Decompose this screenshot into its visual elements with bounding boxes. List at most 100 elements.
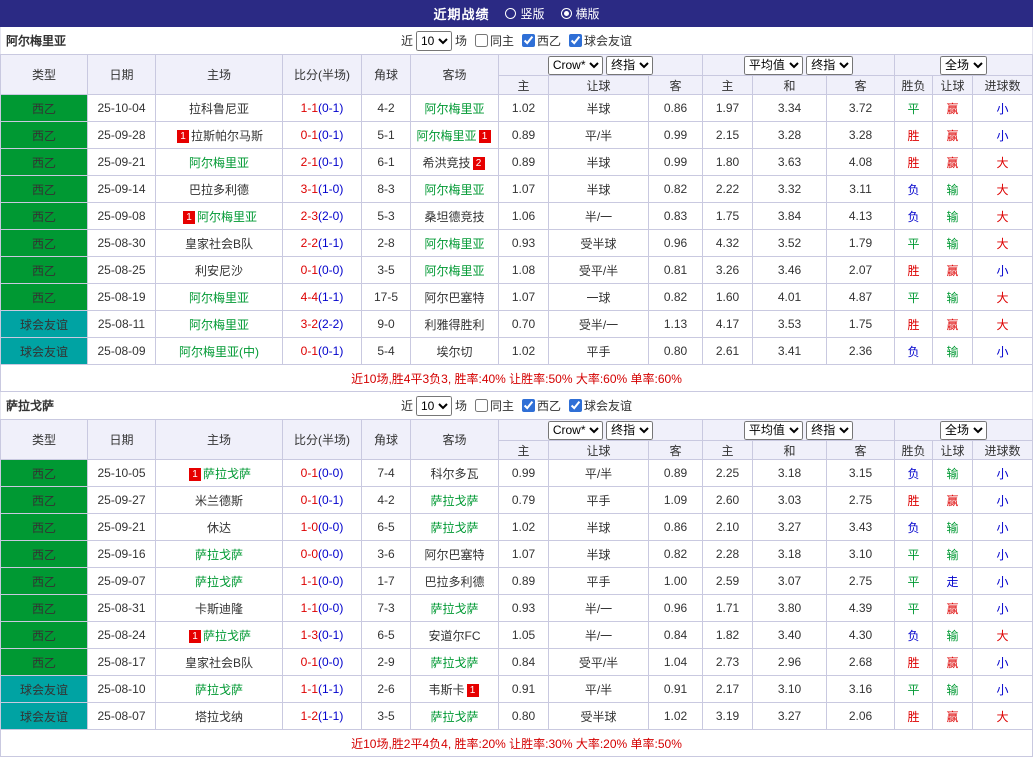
avg-odds-stage-select[interactable]: 终指: [806, 55, 854, 75]
score-cell[interactable]: 1-1(0-0): [282, 567, 362, 595]
average-select[interactable]: 平均值: [743, 55, 803, 75]
match-count-select[interactable]: 10: [415, 30, 452, 51]
focus-team-label: 萨拉戈萨: [430, 520, 479, 535]
friendly-filter[interactable]: 球会友谊: [569, 397, 632, 414]
score-cell[interactable]: 0-1(0-0): [282, 648, 362, 676]
home-team-name[interactable]: 利安尼沙: [155, 256, 283, 284]
col-header-score: 比分(半场): [282, 54, 362, 95]
home-team-name[interactable]: 萨拉戈萨: [155, 675, 283, 703]
half-time-score: (2-2): [318, 317, 344, 331]
odds-stage-select[interactable]: 终指: [606, 420, 654, 440]
odds-handicap: 半/一: [548, 621, 649, 649]
full-time-score: 1-1: [300, 682, 318, 696]
friendly-filter[interactable]: 球会友谊: [569, 32, 632, 49]
score-cell[interactable]: 2-2(1-1): [282, 229, 362, 257]
away-team-name[interactable]: 安道尔FC: [410, 621, 499, 649]
away-team-name[interactable]: 阿尔梅里亚 1: [410, 121, 499, 149]
layout-horizontal-radio[interactable]: 横版: [560, 5, 600, 22]
home-team-name[interactable]: 萨拉戈萨: [155, 540, 283, 568]
away-team-name[interactable]: 阿尔梅里亚: [410, 94, 499, 122]
result-scope-group: 全场: [894, 54, 1033, 76]
away-team-name[interactable]: 萨拉戈萨: [410, 702, 499, 730]
away-team-name[interactable]: 萨拉戈萨: [410, 594, 499, 622]
col-header-avg-home: 主: [702, 440, 754, 460]
score-cell[interactable]: 0-1(0-0): [282, 256, 362, 284]
home-team-name[interactable]: 1 萨拉戈萨: [155, 459, 283, 487]
home-team-name[interactable]: 阿尔梅里亚: [155, 283, 283, 311]
away-team-name[interactable]: 阿尔巴塞特: [410, 283, 499, 311]
score-cell[interactable]: 1-3(0-1): [282, 621, 362, 649]
score-cell[interactable]: 2-3(2-0): [282, 202, 362, 230]
away-team-name[interactable]: 科尔多瓦: [410, 459, 499, 487]
home-team-name[interactable]: 皇家社会B队: [155, 229, 283, 257]
league-checkbox[interactable]: [522, 399, 535, 412]
home-team-name[interactable]: 阿尔梅里亚: [155, 148, 283, 176]
away-team-name[interactable]: 桑坦德竞技: [410, 202, 499, 230]
home-team-name[interactable]: 塔拉戈纳: [155, 702, 283, 730]
home-team-name[interactable]: 拉科鲁尼亚: [155, 94, 283, 122]
score-cell[interactable]: 3-1(1-0): [282, 175, 362, 203]
scope-select[interactable]: 全场: [940, 55, 988, 75]
away-team-name[interactable]: 萨拉戈萨: [410, 486, 499, 514]
league-type-badge: 球会友谊: [0, 337, 88, 365]
home-team-name[interactable]: 1 阿尔梅里亚: [155, 202, 283, 230]
same-home-checkbox[interactable]: [474, 34, 488, 47]
avg-odds-stage-select[interactable]: 终指: [806, 420, 854, 440]
half-time-score: (0-0): [318, 574, 344, 588]
league-filter[interactable]: 西乙: [522, 32, 561, 49]
away-team-name[interactable]: 希洪竞技 2: [410, 148, 499, 176]
score-cell[interactable]: 1-1(1-1): [282, 675, 362, 703]
away-team-name[interactable]: 巴拉多利德: [410, 567, 499, 595]
score-cell[interactable]: 4-4(1-1): [282, 283, 362, 311]
home-team-name[interactable]: 1 拉斯帕尔马斯: [155, 121, 283, 149]
home-team-name[interactable]: 萨拉戈萨: [155, 567, 283, 595]
away-team-name[interactable]: 利雅得胜利: [410, 310, 499, 338]
away-team-name[interactable]: 阿尔梅里亚: [410, 256, 499, 284]
score-cell[interactable]: 0-1(0-1): [282, 121, 362, 149]
friendly-checkbox[interactable]: [569, 34, 583, 47]
odds-home: 1.02: [498, 513, 549, 541]
same-home-checkbox[interactable]: [474, 399, 488, 412]
bookmaker-select[interactable]: Crow*: [547, 420, 603, 440]
score-cell[interactable]: 0-0(0-0): [282, 540, 362, 568]
average-select[interactable]: 平均值: [743, 420, 803, 440]
score-cell[interactable]: 0-1(0-1): [282, 486, 362, 514]
league-checkbox[interactable]: [522, 34, 535, 47]
odds-stage-select[interactable]: 终指: [606, 55, 654, 75]
away-team-name[interactable]: 韦斯卡 1: [410, 675, 499, 703]
score-cell[interactable]: 1-0(0-0): [282, 513, 362, 541]
score-cell[interactable]: 1-1(0-0): [282, 594, 362, 622]
score-cell[interactable]: 3-2(2-2): [282, 310, 362, 338]
same-home-filter[interactable]: 同主: [474, 32, 514, 49]
home-team-name[interactable]: 休达: [155, 513, 283, 541]
away-team-name[interactable]: 阿尔巴塞特: [410, 540, 499, 568]
score-cell[interactable]: 0-1(0-0): [282, 459, 362, 487]
home-team-name[interactable]: 米兰德斯: [155, 486, 283, 514]
match-rows: 西乙 25-10-05 1 萨拉戈萨 0-1(0-0) 7-4 科尔多瓦 0.99 平/半 0.8…: [0, 459, 1033, 730]
match-date: 25-08-24: [87, 621, 156, 649]
scope-select[interactable]: 全场: [940, 420, 988, 440]
home-team-name[interactable]: 巴拉多利德: [155, 175, 283, 203]
bookmaker-select[interactable]: Crow*: [547, 55, 603, 75]
score-cell[interactable]: 1-2(1-1): [282, 702, 362, 730]
home-team-name[interactable]: 卡斯迪隆: [155, 594, 283, 622]
score-cell[interactable]: 2-1(0-1): [282, 148, 362, 176]
away-team-name[interactable]: 萨拉戈萨: [410, 513, 499, 541]
away-team-name[interactable]: 阿尔梅里亚: [410, 175, 499, 203]
home-team-name[interactable]: 皇家社会B队: [155, 648, 283, 676]
away-team-name[interactable]: 埃尔切: [410, 337, 499, 365]
home-team-name[interactable]: 1 萨拉戈萨: [155, 621, 283, 649]
away-team-name[interactable]: 萨拉戈萨: [410, 648, 499, 676]
friendly-checkbox[interactable]: [569, 399, 583, 412]
avg-away-odds: 2.75: [826, 567, 896, 595]
team-label: 阿尔巴塞特: [424, 290, 485, 305]
score-cell[interactable]: 0-1(0-1): [282, 337, 362, 365]
home-team-name[interactable]: 阿尔梅里亚(中): [155, 337, 283, 365]
league-filter[interactable]: 西乙: [522, 397, 561, 414]
same-home-filter[interactable]: 同主: [474, 397, 514, 414]
score-cell[interactable]: 1-1(0-1): [282, 94, 362, 122]
home-team-name[interactable]: 阿尔梅里亚: [155, 310, 283, 338]
away-team-name[interactable]: 阿尔梅里亚: [410, 229, 499, 257]
match-count-select[interactable]: 10: [415, 395, 452, 416]
layout-vertical-radio[interactable]: 竖版: [505, 5, 545, 22]
